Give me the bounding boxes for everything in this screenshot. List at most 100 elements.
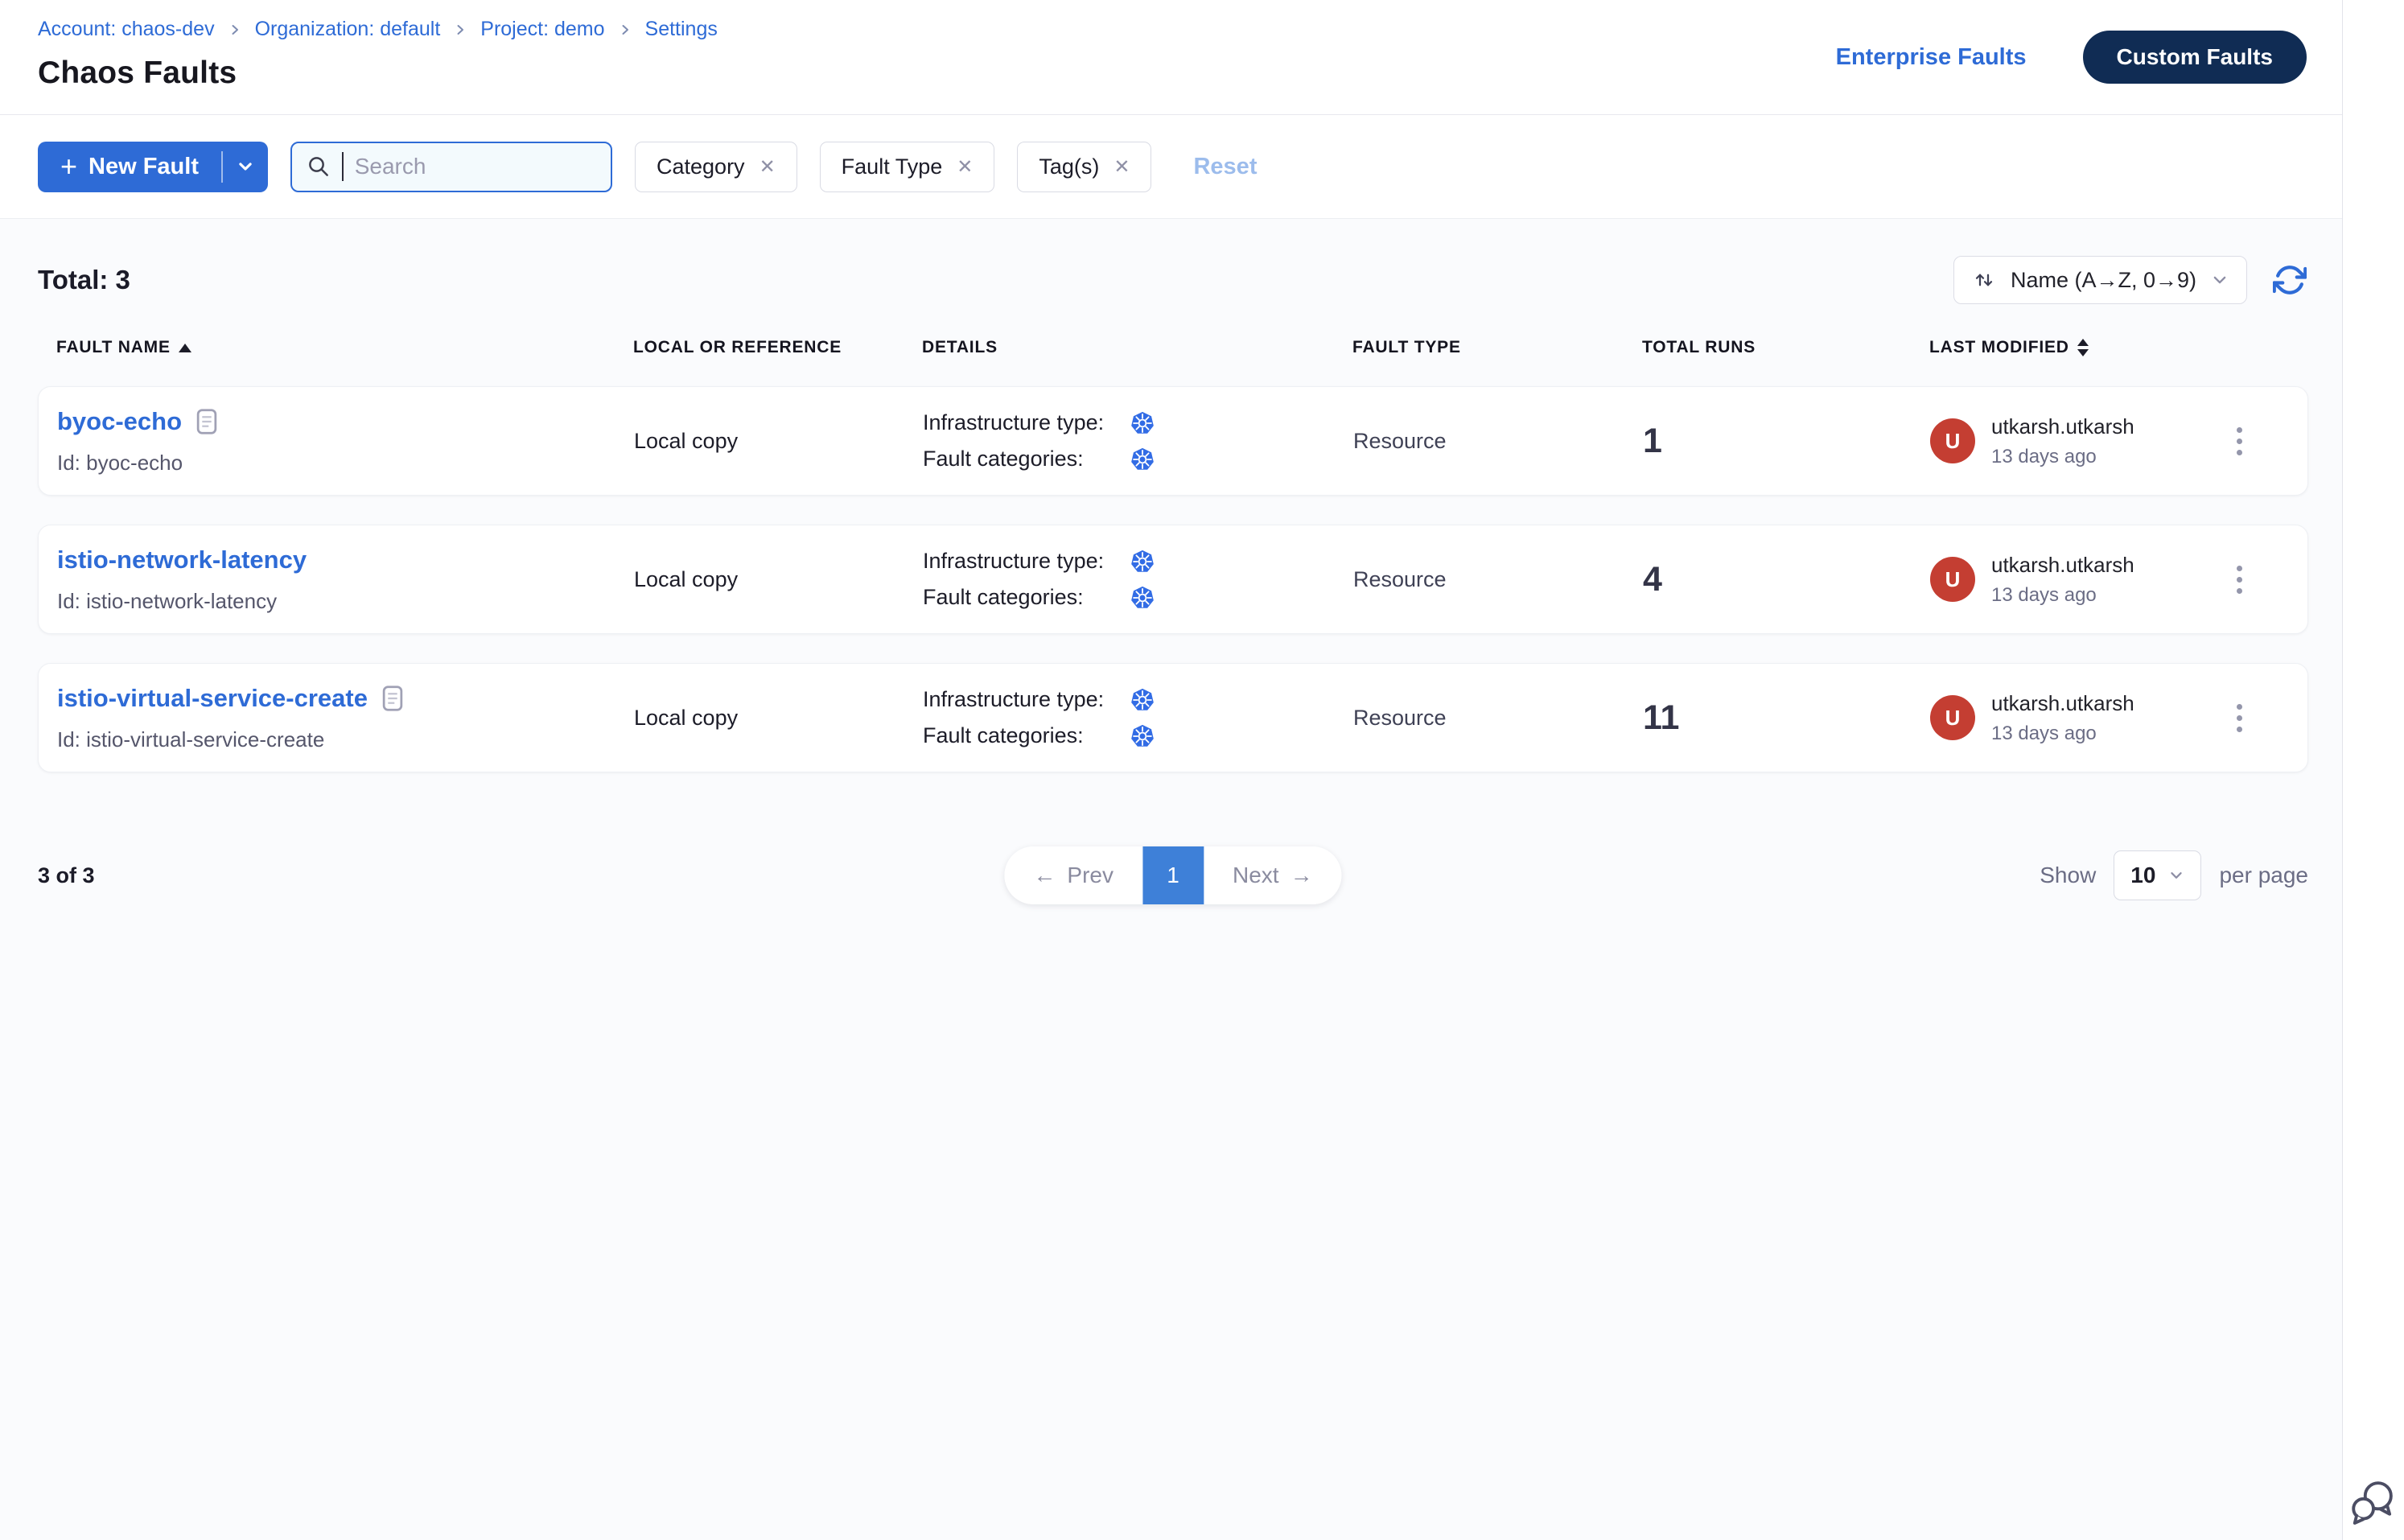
close-icon[interactable]: ✕ [1113,155,1130,179]
new-fault-dropdown-button[interactable] [223,142,268,192]
header-left: Account: chaos-dev Organization: default… [38,0,718,114]
custom-faults-button[interactable]: Custom Faults [2083,31,2307,84]
filter-fault-type[interactable]: Fault Type ✕ [820,142,995,192]
pagination-row: 3 of 3 ← Prev 1 Next → Show 10 [38,845,2308,906]
chevron-down-icon [2168,867,2184,883]
table-header-row: FAULT NAME LOCAL OR REFERENCE DETAILS FA… [38,338,2308,357]
right-rail [2342,0,2404,1540]
fault-id: Id: byoc-echo [57,451,634,476]
row-menu-button[interactable] [2215,686,2263,750]
last-modified-cell: U utkarsh.utkarsh 13 days ago [1930,691,2205,745]
table-row: istio-virtual-service-create Id: istio-v… [38,663,2308,772]
column-details: DETAILS [922,338,1352,357]
kubernetes-icon [1130,411,1155,435]
breadcrumb-organization[interactable]: Organization: default [255,18,441,41]
kubernetes-icon [1130,724,1155,748]
column-total-runs: TOTAL RUNS [1642,338,1929,357]
fault-id: Id: istio-network-latency [57,589,634,614]
prev-page-button[interactable]: ← Prev [1004,846,1142,904]
page-size-zone: Show 10 per page [2040,850,2308,900]
page-title: Chaos Faults [38,56,718,91]
infrastructure-type-label: Infrastructure type: [923,410,1130,435]
main-column: Account: chaos-dev Organization: default… [0,0,2342,1540]
filter-category[interactable]: Category ✕ [635,142,797,192]
breadcrumb-settings[interactable]: Settings [645,18,718,41]
breadcrumb-project[interactable]: Project: demo [480,18,604,41]
details-cell: Infrastructure type: Fault categories: [923,410,1353,471]
details-cell: Infrastructure type: Fault categories: [923,687,1353,748]
chevron-down-icon [237,158,254,175]
close-icon[interactable]: ✕ [957,155,973,179]
search-box [290,142,612,192]
chevron-right-icon [228,23,242,37]
total-runs-cell: 11 [1643,698,1930,738]
filter-category-label: Category [657,154,745,179]
reset-filters-button[interactable]: Reset [1193,154,1257,180]
chevron-right-icon [453,23,467,37]
page-summary: 3 of 3 [38,863,95,888]
modified-by: utkarsh.utkarsh [1991,553,2134,578]
fault-name-link[interactable]: istio-network-latency [57,546,307,574]
chaos-faults-page: Account: chaos-dev Organization: default… [0,0,2404,1540]
sort-select[interactable]: Name (A→Z, 0→9) [1953,256,2247,304]
breadcrumb-account[interactable]: Account: chaos-dev [38,18,215,41]
page-number-button[interactable]: 1 [1142,846,1204,904]
refresh-button[interactable] [2271,261,2308,299]
infrastructure-type-label: Infrastructure type: [923,687,1130,712]
page-size-select[interactable]: 10 [2114,850,2201,900]
faults-list-area: Total: 3 Name (A→Z, 0→9) [0,219,2342,1540]
local-or-reference-cell: Local copy [634,567,923,592]
new-fault-split-button: + New Fault [38,142,268,192]
next-page-button[interactable]: Next → [1204,846,1342,904]
toolbar: + New Fault Category ✕ Fault Type ✕ [0,115,2342,219]
show-label: Show [2040,863,2096,888]
enterprise-faults-link[interactable]: Enterprise Faults [1836,44,2027,71]
modified-time: 13 days ago [1991,446,2134,468]
fault-id: Id: istio-virtual-service-create [57,727,634,752]
avatar: U [1930,695,1975,740]
modified-time: 13 days ago [1991,584,2134,607]
filter-tags[interactable]: Tag(s) ✕ [1017,142,1151,192]
total-runs-cell: 4 [1643,560,1930,599]
avatar: U [1930,418,1975,463]
fault-name-link[interactable]: istio-virtual-service-create [57,684,368,713]
fault-categories-label: Fault categories: [923,723,1130,748]
search-icon [307,152,331,181]
fault-type-cell: Resource [1353,429,1643,454]
close-icon[interactable]: ✕ [759,155,776,179]
details-cell: Infrastructure type: Fault categories: [923,549,1353,610]
page-size-value: 10 [2130,863,2155,888]
column-last-modified-label: LAST MODIFIED [1929,338,2069,357]
fault-name-cell: istio-network-latency Id: istio-network-… [39,546,634,614]
page-header: Account: chaos-dev Organization: default… [0,0,2342,115]
list-topbar: Total: 3 Name (A→Z, 0→9) [38,256,2308,304]
filter-fault-type-label: Fault Type [842,154,943,179]
manifest-doc-icon [196,409,217,434]
sort-zone: Name (A→Z, 0→9) [1953,256,2308,304]
fault-name-link[interactable]: byoc-echo [57,407,182,436]
chat-support-icon[interactable] [2348,1479,2398,1527]
breadcrumb: Account: chaos-dev Organization: default… [38,18,718,41]
sort-both-icon [2077,339,2089,356]
last-modified-cell: U utkarsh.utkarsh 13 days ago [1930,414,2205,468]
search-input[interactable] [355,154,596,179]
modified-by: utkarsh.utkarsh [1991,414,2134,439]
last-modified-cell: U utkarsh.utkarsh 13 days ago [1930,553,2205,607]
row-menu-button[interactable] [2215,547,2263,611]
column-fault-name[interactable]: FAULT NAME [38,338,633,357]
fault-categories-label: Fault categories: [923,585,1130,610]
total-runs-cell: 1 [1643,422,1930,461]
prev-label: Prev [1067,863,1113,888]
column-local-or-reference: LOCAL OR REFERENCE [633,338,922,357]
manifest-doc-icon [382,686,403,711]
row-menu-button[interactable] [2215,409,2263,473]
total-count: Total: 3 [38,265,130,295]
pager: ← Prev 1 Next → [1004,846,1341,904]
infrastructure-type-label: Infrastructure type: [923,549,1130,574]
new-fault-button[interactable]: + New Fault [38,142,221,192]
kubernetes-icon [1130,447,1155,471]
per-page-label: per page [2219,863,2308,888]
column-fault-name-label: FAULT NAME [56,338,171,357]
column-last-modified[interactable]: LAST MODIFIED [1929,338,2204,357]
local-or-reference-cell: Local copy [634,429,923,454]
